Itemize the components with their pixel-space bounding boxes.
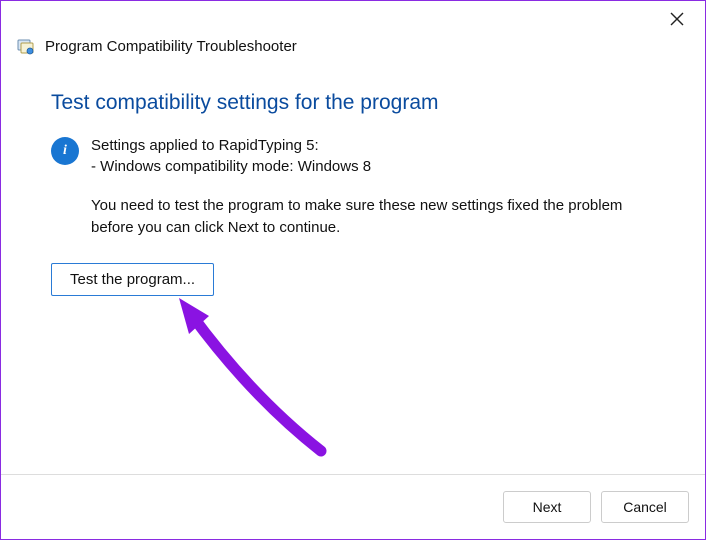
applied-settings-text: Settings applied to RapidTyping 5: - Win… bbox=[91, 135, 371, 177]
next-button[interactable]: Next bbox=[503, 491, 591, 523]
content-area: Test compatibility settings for the prog… bbox=[1, 67, 705, 474]
close-icon bbox=[670, 12, 684, 26]
test-program-button[interactable]: Test the program... bbox=[51, 263, 214, 296]
info-row: i Settings applied to RapidTyping 5: - W… bbox=[51, 135, 665, 177]
footer: Next Cancel bbox=[1, 474, 705, 539]
page-heading: Test compatibility settings for the prog… bbox=[51, 91, 665, 115]
instruction-text: You need to test the program to make sur… bbox=[91, 195, 665, 239]
troubleshooter-window: Program Compatibility Troubleshooter Tes… bbox=[0, 0, 706, 540]
settings-applied-line: Settings applied to RapidTyping 5: bbox=[91, 135, 371, 156]
compatibility-mode-line: - Windows compatibility mode: Windows 8 bbox=[91, 156, 371, 177]
close-button[interactable] bbox=[663, 7, 691, 31]
titlebar bbox=[1, 1, 705, 37]
troubleshooter-icon bbox=[17, 37, 35, 55]
header: Program Compatibility Troubleshooter bbox=[1, 37, 705, 67]
window-title: Program Compatibility Troubleshooter bbox=[45, 38, 297, 55]
cancel-button[interactable]: Cancel bbox=[601, 491, 689, 523]
info-icon: i bbox=[51, 137, 79, 165]
